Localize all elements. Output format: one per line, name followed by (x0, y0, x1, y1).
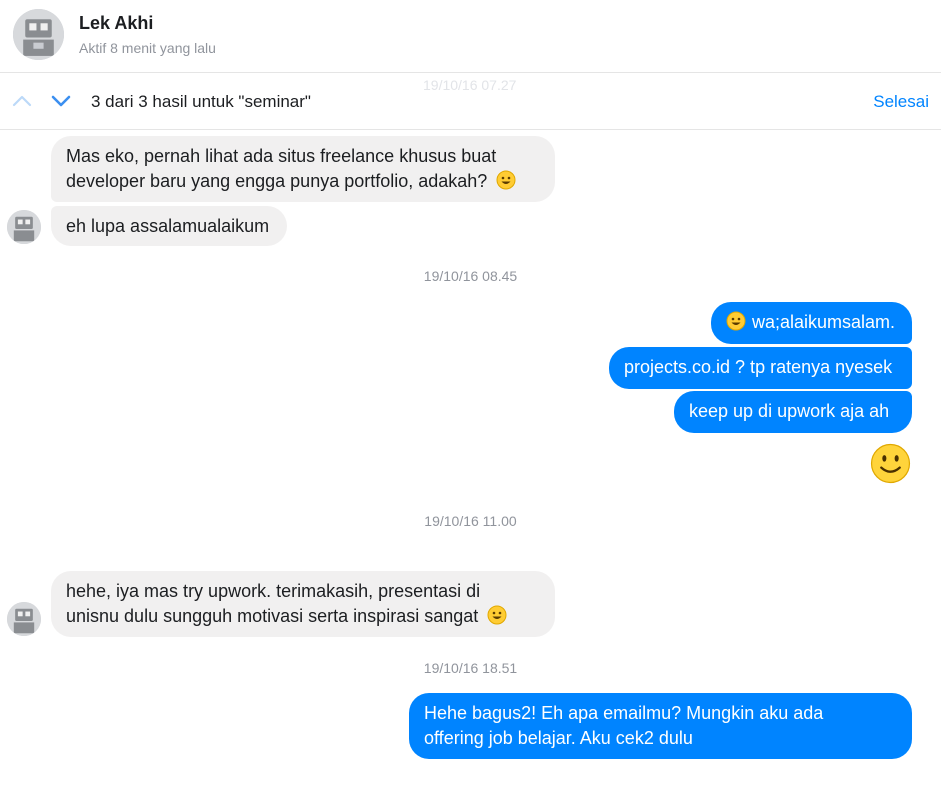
contact-name[interactable]: Lek Akhi (79, 13, 153, 34)
search-results-bar: 19/10/16 07.27 3 dari 3 hasil untuk "sem… (0, 73, 941, 130)
smiling-emoji-icon[interactable] (870, 443, 911, 484)
faded-timestamp: 19/10/16 07.27 (423, 77, 517, 93)
message-text: offering job belajar. Aku cek2 dulu (424, 728, 693, 748)
chevron-down-icon (51, 95, 71, 107)
message-text: eh lupa assalamualaikum (66, 216, 270, 236)
next-result-button[interactable] (49, 89, 73, 113)
previous-result-button[interactable] (10, 89, 34, 113)
message-text: keep up di upwork aja ah (689, 401, 890, 421)
incoming-message[interactable]: hehe, iya mas try upwork. terimakasih, p… (51, 571, 555, 637)
message-text: developer baru yang engga punya portfoli… (66, 171, 488, 191)
message-text: unisnu dulu sungguh motivasi serta inspi… (66, 606, 479, 626)
contact-avatar[interactable] (13, 9, 64, 60)
grinning-emoji-icon (726, 311, 746, 338)
timestamp: 19/10/16 11.00 (424, 513, 517, 529)
timestamp: 19/10/16 18.51 (423, 660, 518, 676)
contact-avatar[interactable] (7, 602, 41, 636)
chevron-up-icon (12, 95, 32, 107)
outgoing-message[interactable]: wa;alaikumsalam. (711, 302, 912, 344)
incoming-message[interactable]: eh lupa assalamualaikum (51, 206, 287, 246)
contact-avatar[interactable] (7, 210, 41, 244)
search-result-count: 3 dari 3 hasil untuk "seminar" (91, 92, 311, 111)
message-text: Mas eko, pernah lihat ada situs freelanc… (66, 146, 497, 166)
outgoing-message[interactable]: projects.co.id ? tp ratenya nyesek (609, 347, 912, 389)
message-text: hehe, iya mas try upwork. terimakasih, p… (66, 581, 481, 601)
grinning-emoji-icon (496, 170, 516, 197)
timestamp: 19/10/16 08.45 (423, 268, 518, 284)
message-text: Hehe bagus2! Eh apa emailmu? Mungkin aku… (424, 703, 824, 723)
done-button[interactable]: Selesai (873, 92, 929, 112)
active-status: Aktif 8 menit yang lalu (79, 40, 216, 56)
outgoing-message[interactable]: keep up di upwork aja ah (674, 391, 912, 433)
conversation-header: Lek Akhi Aktif 8 menit yang lalu (0, 0, 941, 73)
message-text: projects.co.id ? tp ratenya nyesek (624, 357, 893, 377)
outgoing-message[interactable]: Hehe bagus2! Eh apa emailmu? Mungkin aku… (409, 693, 912, 759)
grinning-emoji-icon (487, 605, 507, 632)
message-text: wa;alaikumsalam. (752, 312, 896, 332)
incoming-message[interactable]: Mas eko, pernah lihat ada situs freelanc… (51, 136, 555, 202)
